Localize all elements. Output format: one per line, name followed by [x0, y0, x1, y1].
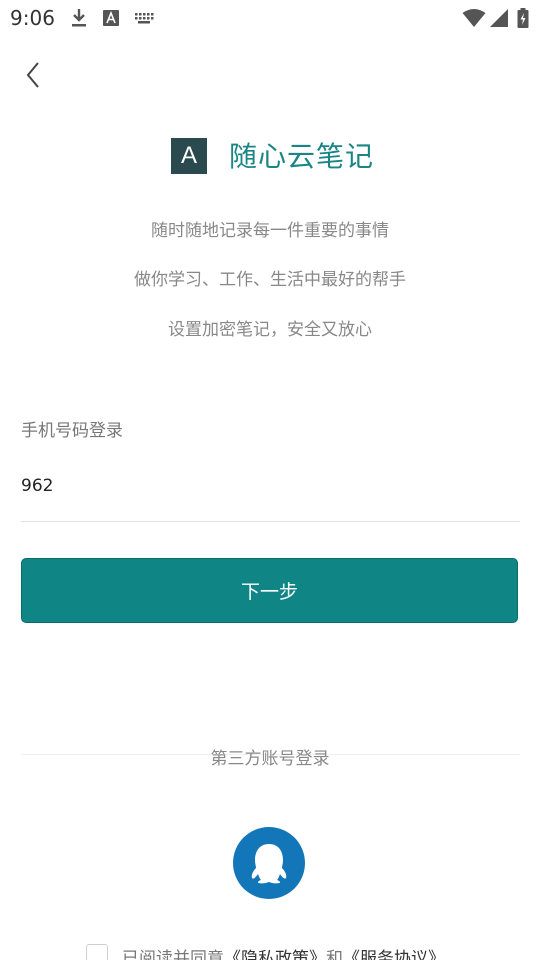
app-name: 随心云笔记 [229, 140, 375, 173]
tagline-3: 设置加密笔记，安全又放心 [168, 320, 372, 340]
phone-login-label: 手机号码登录 [21, 421, 123, 441]
agreement-prefix: 已阅读并同意 [122, 949, 224, 960]
tagline-1: 随时随地记录每一件重要的事情 [151, 221, 389, 241]
phone-number-input[interactable] [21, 466, 520, 522]
app-logo: A [171, 138, 207, 174]
privacy-policy-link[interactable]: 《隐私政策》 [224, 949, 326, 960]
download-icon [72, 9, 86, 27]
qq-penguin-icon [251, 844, 287, 884]
status-bar: 9:06 [0, 0, 540, 36]
qq-login-button[interactable] [233, 827, 305, 899]
next-step-label: 下一步 [240, 581, 298, 603]
agreement-checkbox[interactable] [86, 944, 108, 960]
chevron-left-icon [26, 62, 39, 88]
wifi-icon [462, 9, 486, 27]
tagline-2: 做你学习、工作、生活中最好的帮手 [134, 270, 406, 290]
service-agreement-link[interactable]: 《服务协议》 [343, 949, 445, 960]
back-button[interactable] [18, 58, 48, 92]
signal-icon [490, 9, 508, 27]
next-step-button[interactable]: 下一步 [21, 558, 518, 623]
brand-header: A 随心云笔记 [0, 138, 540, 178]
agreement-text: 已阅读并同意《隐私政策》和《服务协议》 [122, 944, 445, 960]
third-party-login-title: 第三方账号登录 [210, 749, 330, 769]
text-a-icon [103, 10, 119, 26]
battery-charging-icon [517, 8, 529, 28]
status-time: 9:06 [10, 6, 55, 30]
keyboard-icon [135, 13, 154, 24]
agreement-and: 和 [326, 949, 343, 960]
